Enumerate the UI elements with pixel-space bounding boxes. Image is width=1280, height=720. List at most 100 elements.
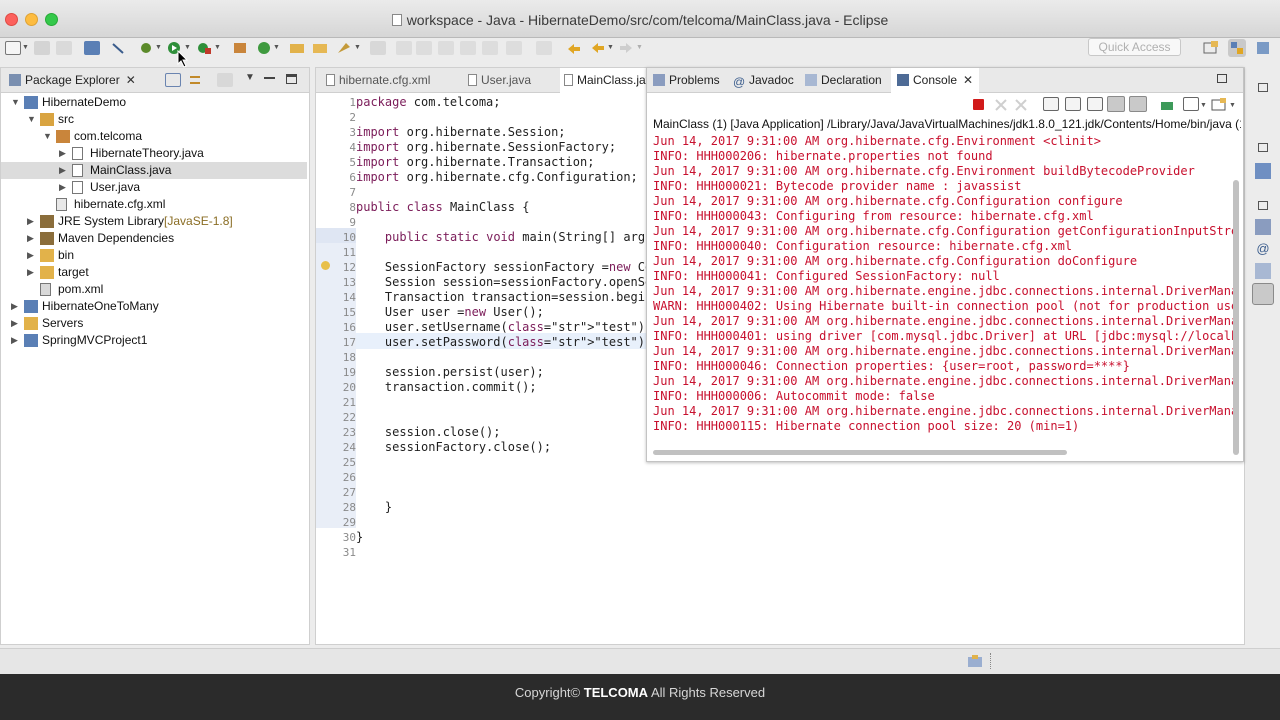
tree-item[interactable]: ▼ src xyxy=(1,111,307,128)
new-java-package-icon[interactable] xyxy=(232,41,248,55)
maximize-icon[interactable] xyxy=(286,74,297,84)
debug-dropdown-icon[interactable]: ▼ xyxy=(155,44,162,51)
editor-tab-mainclass-java[interactable]: MainClass.java xyxy=(560,68,648,93)
tree-item[interactable]: ▶ JRE System Library[JavaSE-1.8] xyxy=(1,213,307,230)
tree-item[interactable]: pom.xml xyxy=(1,281,307,298)
tab-package-explorer[interactable]: Package Explorer ✕ xyxy=(9,68,136,93)
expanded-arrow-icon[interactable]: ▼ xyxy=(43,128,52,145)
show-console-on-stderr-icon[interactable] xyxy=(1129,96,1147,112)
problems-icon[interactable] xyxy=(1255,219,1271,235)
clear-console-icon[interactable] xyxy=(1043,97,1059,111)
tree-item[interactable]: ▶ target xyxy=(1,264,307,281)
terminate-icon[interactable] xyxy=(973,99,984,110)
console-vertical-scrollbar[interactable] xyxy=(1233,180,1239,455)
collapse-all-icon[interactable] xyxy=(165,73,181,87)
back-icon[interactable] xyxy=(590,41,606,55)
debug-perspective-icon[interactable] xyxy=(1254,39,1272,57)
new-dropdown-icon[interactable]: ▼ xyxy=(22,44,29,51)
collapsed-arrow-icon[interactable]: ▶ xyxy=(27,213,34,230)
new-class-dropdown-icon[interactable]: ▼ xyxy=(273,44,280,51)
terminal-icon[interactable] xyxy=(84,41,100,55)
display-selected-console-icon[interactable] xyxy=(1183,97,1199,111)
tab-declaration[interactable]: Declaration xyxy=(805,68,882,93)
new-java-class-icon[interactable] xyxy=(256,41,272,55)
editor-tab-hibernate-cfg-xml[interactable]: hibernate.cfg.xml xyxy=(322,68,430,93)
expanded-arrow-icon[interactable]: ▼ xyxy=(27,111,36,128)
remove-all-terminated-icon[interactable] xyxy=(1015,98,1027,112)
collapsed-arrow-icon[interactable]: ▶ xyxy=(27,247,34,264)
save-icon[interactable] xyxy=(34,41,50,55)
restore-bottom-views-icon[interactable] xyxy=(1258,201,1268,210)
open-console-icon[interactable] xyxy=(1211,97,1227,111)
restore-outline-icon[interactable] xyxy=(1258,143,1268,152)
tree-item[interactable]: ▶ bin xyxy=(1,247,307,264)
back-dropdown-icon[interactable]: ▼ xyxy=(607,44,614,51)
debug-icon[interactable] xyxy=(138,41,154,55)
tree-item[interactable]: hibernate.cfg.xml xyxy=(1,196,307,213)
console-horizontal-scrollbar[interactable] xyxy=(653,450,1067,455)
collapsed-arrow-icon[interactable]: ▶ xyxy=(27,230,34,247)
view-menu-icon[interactable]: ▼ xyxy=(245,72,255,83)
console-icon[interactable] xyxy=(1252,283,1274,305)
collapsed-arrow-icon[interactable]: ▶ xyxy=(59,145,66,162)
toggle-mark-occurrences-icon[interactable] xyxy=(438,41,454,55)
restore-icon[interactable] xyxy=(1217,74,1227,83)
save-all-icon[interactable] xyxy=(56,41,72,55)
minimize-icon[interactable] xyxy=(264,77,275,79)
search-dropdown-icon[interactable]: ▼ xyxy=(354,44,361,51)
tree-item[interactable]: ▶ HibernateOneToMany xyxy=(1,298,307,315)
tree-item[interactable]: ▼ com.telcoma xyxy=(1,128,307,145)
forward-icon[interactable] xyxy=(618,41,634,55)
show-console-on-stdout-icon[interactable] xyxy=(1107,96,1125,112)
previous-edit-icon[interactable] xyxy=(536,41,552,55)
declaration-icon[interactable] xyxy=(1255,263,1271,279)
collapsed-arrow-icon[interactable]: ▶ xyxy=(59,179,66,196)
close-icon[interactable]: ✕ xyxy=(126,73,136,87)
tab-javadoc[interactable]: @ Javadoc xyxy=(733,68,794,93)
open-type-icon[interactable] xyxy=(289,41,305,55)
tab-console[interactable]: Console ✕ xyxy=(891,68,980,93)
skip-breakpoints-icon[interactable] xyxy=(110,41,126,55)
annotation-icon[interactable] xyxy=(370,41,386,55)
tree-item[interactable]: ▶ Servers xyxy=(1,315,307,332)
tree-item[interactable]: ▼ HibernateDemo xyxy=(1,94,307,111)
new-icon[interactable] xyxy=(5,41,21,55)
open-folder-icon[interactable] xyxy=(312,41,328,55)
search-icon[interactable] xyxy=(336,41,352,55)
heap-status-icon[interactable] xyxy=(966,653,984,669)
tree-item[interactable]: ▶ SpringMVCProject1 xyxy=(1,332,307,349)
link-with-editor-icon[interactable] xyxy=(187,73,203,87)
pin-console-icon[interactable] xyxy=(1159,97,1175,111)
collapsed-arrow-icon[interactable]: ▶ xyxy=(11,315,18,332)
toggle-block-selection-icon[interactable] xyxy=(460,41,476,55)
editor-tab-user-java[interactable]: User.java xyxy=(464,68,531,93)
display-console-dropdown-icon[interactable]: ▼ xyxy=(1200,102,1207,109)
collapsed-arrow-icon[interactable]: ▶ xyxy=(11,332,18,349)
tree-item[interactable]: ▶ MainClass.java xyxy=(1,162,307,179)
tree-item[interactable]: ▶ User.java xyxy=(1,179,307,196)
open-console-dropdown-icon[interactable]: ▼ xyxy=(1229,102,1236,109)
tree-item[interactable]: ▶ Maven Dependencies xyxy=(1,230,307,247)
collapsed-arrow-icon[interactable]: ▶ xyxy=(59,162,66,179)
last-edit-location-icon[interactable] xyxy=(566,41,582,55)
expanded-arrow-icon[interactable]: ▼ xyxy=(11,94,20,111)
tab-problems[interactable]: Problems xyxy=(653,68,720,93)
scroll-lock-icon[interactable] xyxy=(1065,97,1081,111)
tree-item[interactable]: ▶ HibernateTheory.java xyxy=(1,145,307,162)
outline-icon[interactable] xyxy=(1255,163,1271,179)
external-tools-dropdown-icon[interactable]: ▼ xyxy=(214,44,221,51)
java-perspective-icon[interactable] xyxy=(1228,39,1246,57)
quick-access-input[interactable]: Quick Access xyxy=(1088,38,1181,56)
show-whitespace-icon[interactable] xyxy=(482,41,498,55)
collapsed-arrow-icon[interactable]: ▶ xyxy=(11,298,18,315)
previous-annotation-icon[interactable] xyxy=(416,41,432,55)
next-edit-icon[interactable] xyxy=(506,41,522,55)
open-perspective-icon[interactable] xyxy=(1202,39,1220,57)
remove-launch-icon[interactable] xyxy=(995,98,1007,112)
forward-dropdown-icon[interactable]: ▼ xyxy=(636,44,643,51)
restore-task-list-icon[interactable] xyxy=(1258,83,1268,92)
collapsed-arrow-icon[interactable]: ▶ xyxy=(27,264,34,281)
close-icon[interactable]: ✕ xyxy=(963,73,973,87)
external-tools-icon[interactable] xyxy=(196,41,212,55)
focus-on-active-task-icon[interactable] xyxy=(217,73,233,87)
